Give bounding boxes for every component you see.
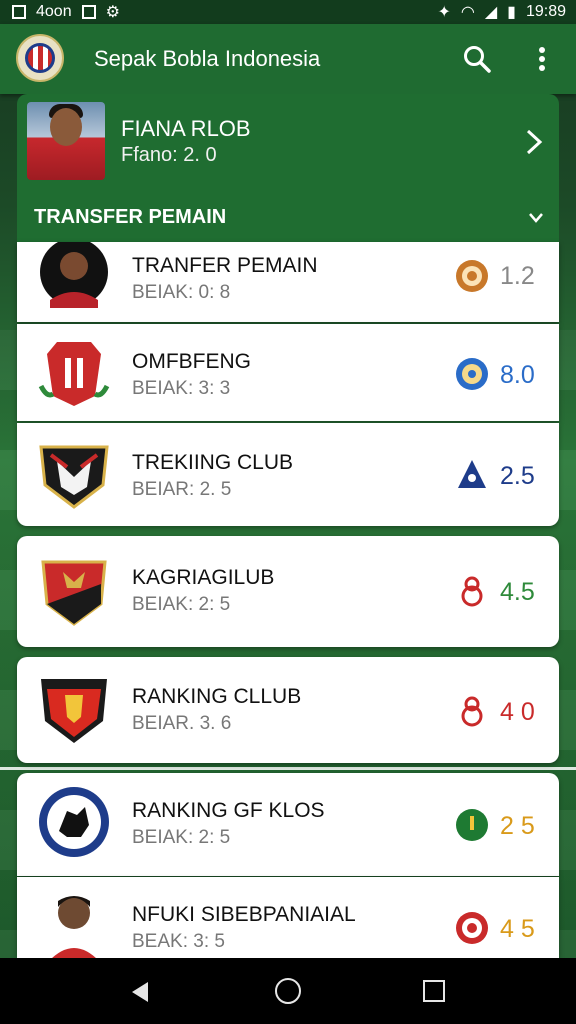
item-name: TREKIING CLUB	[132, 451, 294, 474]
list-item[interactable]: KAGRIAGILUB BEIAK: 2: 5 4.5	[17, 536, 559, 647]
carrier-label: 4oon	[36, 3, 72, 20]
item-subtitle: BEAK: 3: 5	[132, 931, 225, 952]
chevron-down-icon[interactable]	[528, 210, 544, 226]
system-nav-bar	[0, 958, 576, 1024]
list-item[interactable]: TREKIING CLUB BEIAR: 2. 5 2.5	[17, 423, 559, 526]
club-logo-icon[interactable]	[16, 34, 64, 82]
rank-badge-icon	[461, 696, 483, 727]
club-crest-icon	[40, 242, 108, 308]
item-name: OMFBFENG	[132, 350, 251, 373]
rank-badge-icon	[456, 260, 488, 292]
item-name: NFUKI SIBEBPANIAIAL	[132, 903, 356, 926]
item-subtitle: BEIAK: 2: 5	[132, 827, 231, 848]
list-item[interactable]: RANKING CLLUB BEIAR. 3. 6 4 0	[17, 657, 559, 763]
app-bar: Sepak Bobla Indonesia	[0, 24, 576, 94]
wifi-icon: ◠	[460, 4, 475, 21]
more-vert-icon[interactable]	[530, 44, 554, 74]
rank-value: 4 0	[500, 698, 535, 726]
club-crest-icon	[41, 679, 107, 743]
item-name: RANKING CLLUB	[132, 685, 302, 708]
recents-icon[interactable]	[423, 980, 445, 1002]
club-crest-icon	[39, 787, 109, 857]
club-crest-icon	[41, 560, 107, 626]
rank-badge-icon	[456, 358, 488, 390]
vibrate-icon: ✦	[437, 4, 451, 21]
signal-icon: ◢	[484, 4, 498, 21]
featured-subtitle: Ffano: 2. 0	[121, 144, 217, 166]
rank-badge-icon	[456, 912, 488, 944]
item-subtitle: BEIAK: 0: 8	[132, 282, 231, 303]
rank-value: 4.5	[500, 578, 535, 606]
club-crest-icon	[39, 445, 109, 509]
search-icon[interactable]	[462, 44, 492, 74]
list-item[interactable]: TRANFER PEMAIN BEIAK: 0: 8 1.2	[17, 242, 559, 322]
home-icon[interactable]	[275, 978, 301, 1004]
back-icon[interactable]	[128, 980, 152, 1004]
featured-title: FIANA RLOB	[121, 116, 251, 141]
item-name: KAGRIAGILUB	[132, 566, 275, 589]
rank-badge-icon	[461, 576, 483, 607]
notification-icon	[12, 5, 26, 19]
rank-value: 1.2	[500, 262, 535, 290]
player-photo	[27, 102, 105, 180]
battery-icon: ▮	[507, 4, 516, 21]
item-subtitle: BEIAK: 3: 3	[132, 378, 231, 399]
rank-value: 2.5	[500, 462, 535, 490]
club-crest-icon	[38, 342, 110, 406]
item-subtitle: BEIAR: 2. 5	[132, 479, 232, 500]
item-subtitle: BEIAK: 2: 5	[132, 594, 231, 615]
item-name: RANKING GF KLOS	[132, 799, 325, 822]
rank-value: 8.0	[500, 361, 535, 389]
rank-badge-icon	[456, 809, 488, 841]
pitch-line	[0, 767, 576, 770]
list-item[interactable]: NFUKI SIBEBPANIAIAL BEAK: 3: 5 4 5	[17, 877, 559, 961]
rank-value: 4 5	[500, 915, 535, 943]
player-avatar	[49, 896, 99, 961]
chevron-right-icon[interactable]	[525, 128, 543, 156]
rank-value: 2 5	[500, 812, 535, 840]
rank-badge-icon	[458, 460, 486, 488]
item-subtitle: BEIAR. 3. 6	[132, 713, 232, 734]
section-title: TRANSFER PEMAIN	[34, 206, 227, 228]
clock: 19:89	[525, 3, 566, 20]
item-name: TRANFER PEMAIN	[132, 254, 318, 277]
list-item[interactable]: RANKING GF KLOS BEIAK: 2: 5 2 5	[17, 773, 559, 876]
sync-icon: ⚙	[105, 4, 120, 21]
app-title: Sepak Bobla Indonesia	[94, 46, 321, 71]
sim-icon	[81, 5, 96, 19]
status-bar: 4oon ⚙ ✦ ◠ ◢ ▮ 19:89	[0, 0, 576, 24]
list-item[interactable]: OMFBFENG BEIAK: 3: 3 8.0	[17, 324, 559, 421]
